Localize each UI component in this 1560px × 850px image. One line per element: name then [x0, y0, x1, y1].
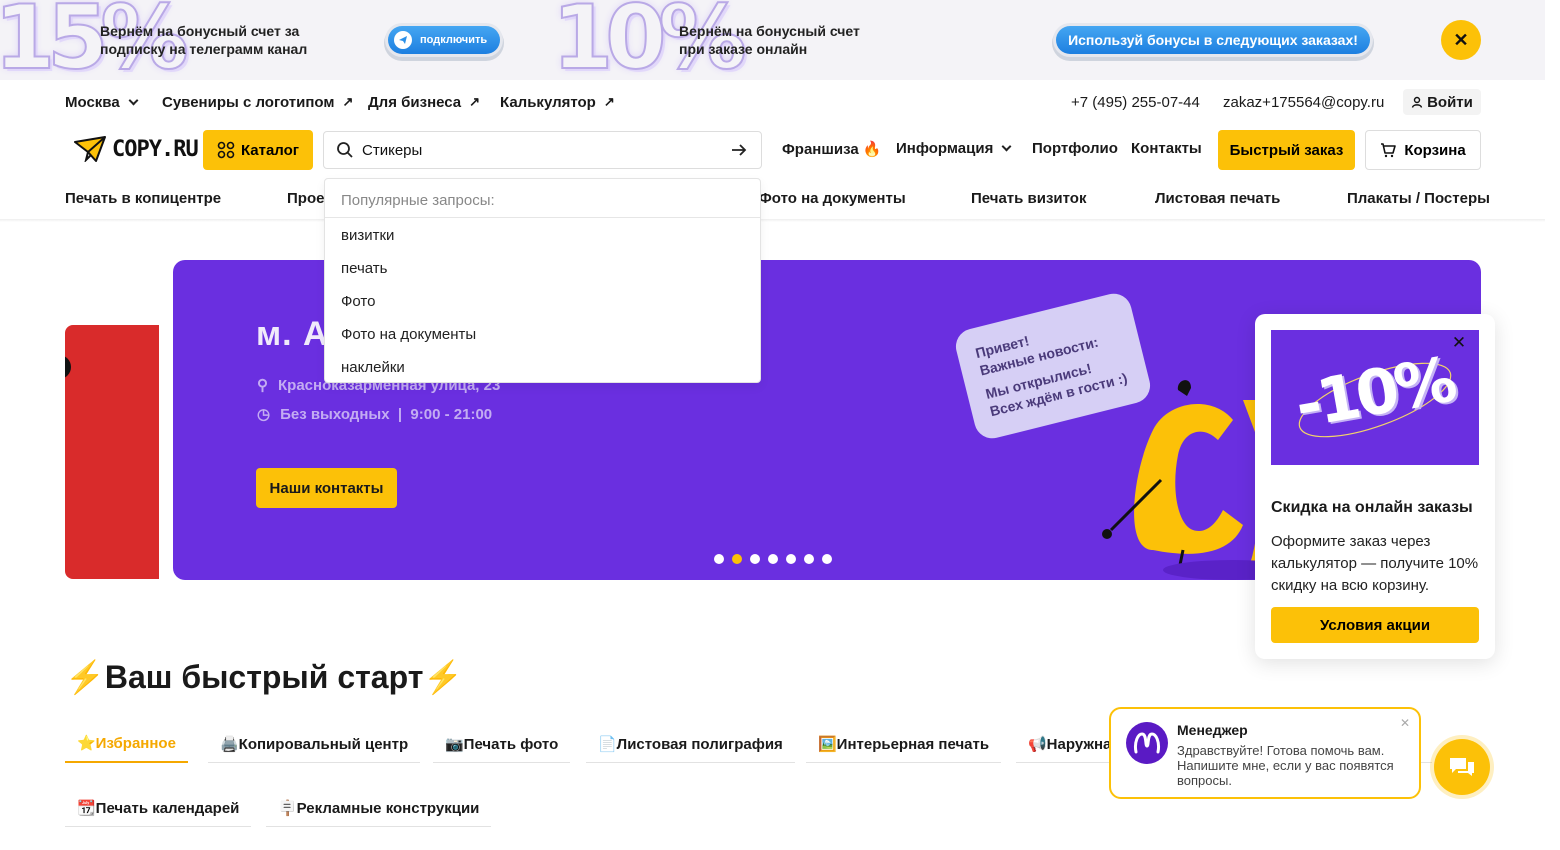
mascot-illustration [1102, 380, 1283, 580]
brand-logo-icon [1134, 732, 1160, 754]
slide-decoration [65, 355, 71, 379]
suggestion-item[interactable]: Фото [325, 285, 760, 318]
chat-widget[interactable]: Менеджер Здравствуйте! Готова помочь вам… [1109, 707, 1421, 799]
header-divider [0, 219, 1545, 222]
slider-dot[interactable] [750, 554, 760, 564]
location-pin-icon: ⚲ [257, 377, 268, 394]
login-button[interactable]: Войти [1403, 89, 1481, 115]
city-selector[interactable]: Москва [65, 92, 139, 112]
nav-info[interactable]: Информация [896, 140, 1012, 157]
hero-hours: ◷ Без выходных | 9:00 - 21:00 [257, 405, 493, 424]
slider-dot[interactable] [786, 554, 796, 564]
arrow-up-right-icon: ↗ [342, 94, 354, 109]
catalog-button[interactable]: Каталог [203, 130, 313, 170]
slider-dot[interactable] [804, 554, 814, 564]
slider-dot-active[interactable] [732, 554, 742, 564]
search-icon [337, 142, 353, 158]
phone-link[interactable]: +7 (495) 255-07-44 [1071, 92, 1200, 112]
suggestions-heading: Популярные запросы: [325, 179, 760, 218]
connect-label: подключить [420, 34, 488, 46]
subnav-business-cards[interactable]: Печать визиток [971, 190, 1086, 207]
promo-close-button[interactable]: ✕ [1441, 20, 1481, 60]
link-label: Калькулятор [500, 93, 596, 111]
cart-button[interactable]: Корзина [1365, 130, 1481, 170]
close-icon: ✕ [1453, 29, 1469, 50]
quickstart-title: ⚡Ваш быстрый старт⚡ [65, 659, 464, 695]
search-bar [323, 131, 762, 169]
login-label: Войти [1427, 93, 1473, 111]
chat-manager-name: Менеджер [1177, 722, 1248, 738]
promo-right-text: Вернём на бонусный счет при заказе онлай… [679, 23, 860, 57]
suggestion-item[interactable]: Фото на документы [325, 318, 760, 351]
tab-sheet-polygraphy[interactable]: 📄Листовая полиграфия [586, 725, 795, 763]
subnav-sheet-print[interactable]: Листовая печать [1155, 190, 1280, 207]
clock-icon: ◷ [257, 406, 271, 423]
suggestion-item[interactable]: печать [325, 252, 760, 285]
subnav-posters[interactable]: Плакаты / Постеры [1347, 190, 1490, 207]
chat-open-button[interactable] [1434, 739, 1490, 795]
search-input[interactable] [362, 141, 712, 159]
paper-plane-icon [74, 136, 106, 162]
subnav-copycenter[interactable]: Печать в копицентре [65, 190, 221, 207]
email-link[interactable]: zakaz+175564@copy.ru [1223, 92, 1384, 112]
use-bonuses-button[interactable]: Используй бонусы в следующих заказах! [1056, 26, 1370, 54]
nav-franchise[interactable]: Франшиза 🔥 [782, 140, 882, 158]
promo-banner: 15% Вернём на бонусный счет за подписку … [0, 0, 1545, 80]
nav-portfolio[interactable]: Портфолио [1032, 140, 1118, 157]
nav-info-label: Информация [896, 140, 994, 157]
slider-dots [714, 554, 832, 564]
search-suggestions: Популярные запросы: визитки печать Фото … [324, 178, 761, 383]
nav-contacts[interactable]: Контакты [1131, 140, 1202, 157]
logo-text: COPY.RU [112, 136, 199, 162]
city-label: Москва [65, 93, 120, 111]
promo-terms-button[interactable]: Условия акции [1271, 607, 1479, 643]
link-souvenirs[interactable]: Сувениры с логотипом ↗ [162, 92, 353, 112]
manager-avatar [1126, 722, 1168, 764]
link-calculator[interactable]: Калькулятор ↗ [500, 92, 615, 112]
tab-calendars[interactable]: 📆Печать календарей [65, 789, 252, 827]
link-business[interactable]: Для бизнеса ↗ [368, 92, 480, 112]
cart-label: Корзина [1404, 141, 1466, 159]
tab-photo-print[interactable]: 📷Печать фото [433, 725, 571, 763]
popup-text: Оформите заказ через калькулятор — получ… [1271, 533, 1479, 594]
discount-popup: -10% ✕ Скидка на онлайн заказы Оформите … [1255, 314, 1495, 659]
arrow-right-icon[interactable] [731, 143, 747, 157]
suggestion-item[interactable]: наклейки [325, 351, 760, 384]
cart-icon [1381, 143, 1397, 158]
tab-copy-center[interactable]: 🖨️Копировальный центр [208, 725, 421, 763]
link-label: Для бизнеса [368, 93, 462, 111]
chat-message: Здравствуйте! Готова помочь вам. Напишит… [1177, 743, 1394, 788]
chevron-down-icon [1001, 141, 1012, 152]
tab-favorites[interactable]: ⭐Избранное [65, 725, 188, 763]
popup-close-icon[interactable]: ✕ [1446, 330, 1472, 356]
tab-interior-print[interactable]: 🖼️Интерьерная печать [806, 725, 1002, 763]
suggestion-item[interactable]: визитки [325, 219, 760, 252]
subnav-photo-docs[interactable]: Фото на документы [759, 190, 906, 207]
user-icon [1411, 96, 1423, 108]
link-label: Сувениры с логотипом [162, 93, 335, 111]
slider-dot[interactable] [768, 554, 778, 564]
hero-hours-text: Без выходных | 9:00 - 21:00 [280, 405, 493, 423]
telegram-connect-button[interactable]: подключить [388, 26, 500, 54]
telegram-icon [394, 31, 412, 49]
chat-close-icon[interactable]: ✕ [1400, 716, 1410, 730]
contacts-button[interactable]: Наши контакты [256, 468, 397, 508]
chevron-down-icon [128, 95, 139, 105]
logo[interactable]: COPY.RU [74, 136, 199, 162]
hero-title: м. А [256, 315, 329, 353]
arrow-up-right-icon: ↗ [603, 94, 615, 109]
slider-dot[interactable] [714, 554, 724, 564]
previous-slide[interactable] [65, 325, 159, 579]
arrow-up-right-icon: ↗ [469, 94, 481, 109]
promo-left-text: Вернём на бонусный счет за подписку на т… [100, 23, 308, 57]
popup-title: Скидка на онлайн заказы [1271, 499, 1473, 516]
quick-order-button[interactable]: Быстрый заказ [1218, 130, 1355, 170]
chat-bubbles-icon [1450, 758, 1474, 776]
subnav-projects[interactable]: Прое [287, 190, 324, 207]
tab-ad-constructions[interactable]: 🪧Рекламные конструкции [266, 789, 492, 827]
catalog-label: Каталог [240, 141, 300, 159]
slider-dot[interactable] [822, 554, 832, 564]
grid-icon [217, 141, 235, 159]
